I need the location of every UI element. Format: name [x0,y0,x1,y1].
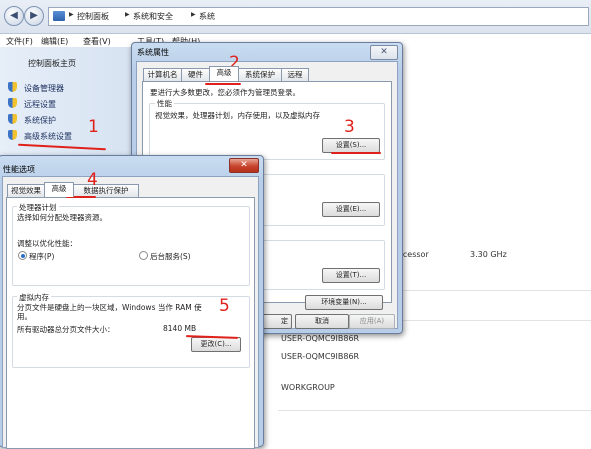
menu-view[interactable]: 查看(V) [83,36,111,47]
annotation-underline [205,83,241,85]
workgroup-value: WORKGROUP [281,383,335,392]
annotation-1: 1 [88,117,99,137]
control-panel-home-link[interactable]: 控制面板主页 [28,58,76,69]
breadcrumb-separator-icon: ▶ [125,11,130,18]
tab-hardware[interactable]: 硬件 [181,68,210,81]
system-protection-link[interactable]: 系统保护 [24,115,56,126]
menu-file[interactable]: 文件(F) [6,36,33,47]
forward-arrow-icon[interactable]: ▶ [24,6,44,26]
breadcrumb-system-security[interactable]: 系统和安全 [133,11,173,22]
cancel-button[interactable]: 取消 [295,314,349,329]
option-programs[interactable]: 程序(P) [29,251,54,262]
tab-remote[interactable]: 远程 [281,68,309,81]
annotation-3: 3 [344,117,355,137]
tab-advanced[interactable]: 高级 [44,182,74,197]
apply-button[interactable]: 应用(A) [349,314,395,329]
shield-icon [8,130,17,140]
advanced-panel: 处理器计划 选择如何分配处理器资源。 调整以优化性能： 程序(P) 后台服务(S… [6,197,255,449]
tab-visual-effects[interactable]: 视觉效果 [7,184,45,197]
total-paging-file-label: 所有驱动器总分页文件大小： [17,325,115,334]
back-arrow-icon[interactable]: ◀ [4,6,24,26]
shield-icon [8,114,17,124]
processor-scheduling-desc: 选择如何分配处理器资源。 [17,213,107,222]
shield-icon [8,98,17,108]
computer-name-value: USER-OQMC9IB86R [281,334,360,343]
processor-scheduling-group: 处理器计划 选择如何分配处理器资源。 调整以优化性能： 程序(P) 后台服务(S… [12,202,250,286]
adjust-label: 调整以优化性能： [17,239,77,248]
tab-computer-name[interactable]: 计算机名 [143,68,182,81]
tab-system-protection[interactable]: 系统保护 [238,68,282,81]
breadcrumb-control-panel[interactable]: 控制面板 [77,11,109,22]
tab-advanced[interactable]: 高级 [209,66,239,81]
close-icon[interactable]: ✕ [370,45,398,60]
full-computer-name-value: USER-OQMC9IB86R [281,352,360,361]
change-button[interactable]: 更改(C)... [191,337,241,352]
control-panel-icon [53,11,65,21]
annotation-underline [331,152,381,154]
advanced-system-settings-link[interactable]: 高级系统设置 [24,131,72,142]
breadcrumb-separator-icon: ▶ [69,11,74,18]
dialog-title: 系统属性 [137,48,169,57]
performance-settings-button[interactable]: 设置(S)... [322,138,380,153]
left-pane: 控制面板主页 设备管理器 远程设置 系统保护 高级系统设置 [0,47,132,167]
virtual-memory-desc: 分页文件是硬盘上的一块区域，Windows 当作 RAM 使 [17,303,202,312]
divider [395,290,591,291]
startup-recovery-settings-button[interactable]: 设置(T)... [322,268,380,283]
annotation-4: 4 [87,170,98,190]
divider [278,410,591,411]
virtual-memory-desc-cont: 用。 [17,312,32,321]
menu-edit[interactable]: 编辑(E) [41,36,68,47]
remote-settings-link[interactable]: 远程设置 [24,99,56,110]
performance-label: 性能 [155,98,174,109]
admin-note: 要进行大多数更改，您必须作为管理员登录。 [150,88,300,97]
radio-programs[interactable] [18,251,27,260]
total-paging-file-value: 8140 MB [163,324,197,333]
close-icon[interactable]: ✕ [229,158,259,173]
performance-desc: 视觉效果，处理器计划，内存使用，以及虚拟内存 [155,111,320,120]
device-manager-link[interactable]: 设备管理器 [24,83,64,94]
virtual-memory-group: 虚拟内存 分页文件是硬盘上的一块区域，Windows 当作 RAM 使 用。 所… [12,292,250,368]
radio-background-services[interactable] [139,251,148,260]
address-bar: ◀ ▶ ▶ 控制面板 ▶ 系统和安全 ▶ 系统 [0,0,591,34]
annotation-5: 5 [219,296,230,316]
processor-speed: 3.30 GHz [470,250,507,259]
environment-variables-button[interactable]: 环境变量(N)... [305,295,383,310]
breadcrumb[interactable]: ▶ 控制面板 ▶ 系统和安全 ▶ 系统 [48,7,589,26]
breadcrumb-system[interactable]: 系统 [199,11,215,22]
option-background-services[interactable]: 后台服务(S) [150,251,191,262]
dialog-title: 性能选项 [3,165,35,174]
breadcrumb-separator-icon: ▶ [191,11,196,18]
shield-icon [8,82,17,92]
user-profiles-settings-button[interactable]: 设置(E)... [322,202,380,217]
